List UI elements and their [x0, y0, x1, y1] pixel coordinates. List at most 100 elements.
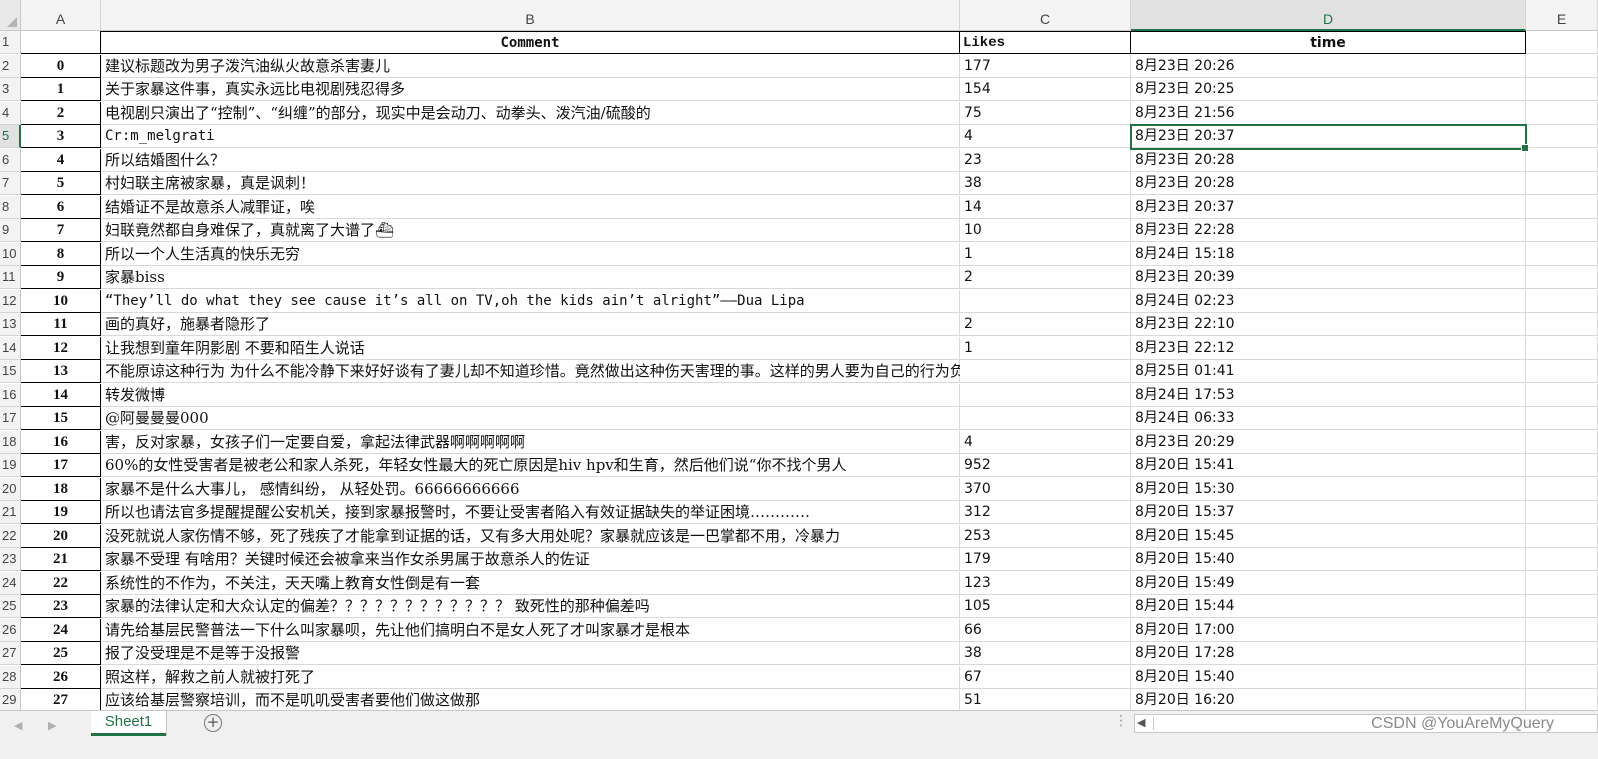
- cell-c[interactable]: 4: [960, 125, 1131, 148]
- cell-e[interactable]: [1526, 407, 1598, 430]
- cell-d[interactable]: 8月24日 17:53: [1131, 383, 1526, 407]
- cell-c[interactable]: 177: [960, 54, 1131, 78]
- row-number[interactable]: 27: [0, 642, 21, 665]
- cell-c[interactable]: 14: [960, 195, 1131, 219]
- cell-e[interactable]: [1526, 430, 1598, 454]
- cell-a[interactable]: 7: [21, 219, 101, 242]
- cell-c[interactable]: 370: [960, 477, 1131, 501]
- cell-d[interactable]: 8月23日 20:37: [1131, 195, 1526, 219]
- cell-e[interactable]: [1526, 689, 1598, 710]
- cell-d[interactable]: 8月20日 16:20: [1131, 689, 1526, 710]
- cell-d[interactable]: 8月20日 15:41: [1131, 454, 1526, 477]
- cell-a[interactable]: 13: [21, 360, 101, 383]
- cell-b[interactable]: 报了没受理是不是等于没报警: [101, 642, 960, 665]
- cell-b[interactable]: 家暴biss: [101, 266, 960, 289]
- column-header-c[interactable]: C: [960, 0, 1131, 31]
- cell-e[interactable]: [1526, 360, 1598, 383]
- header-cell-b[interactable]: Comment: [101, 31, 960, 54]
- cell-b[interactable]: 所以结婚图什么？: [101, 148, 960, 172]
- cell-e[interactable]: [1526, 289, 1598, 313]
- cell-d[interactable]: 8月23日 20:26: [1131, 54, 1526, 78]
- cell-c[interactable]: 1: [960, 336, 1131, 360]
- cell-a[interactable]: 3: [21, 125, 101, 148]
- cell-c[interactable]: 154: [960, 78, 1131, 101]
- cell-a[interactable]: 24: [21, 618, 101, 642]
- row-number[interactable]: 9: [0, 219, 21, 242]
- cell-b[interactable]: 60%的女性受害者是被老公和家人杀死，年轻女性最大的死亡原因是hiv hpv和生…: [101, 454, 960, 477]
- column-header-b[interactable]: B: [101, 0, 960, 31]
- cell-c[interactable]: [960, 360, 1131, 383]
- cell-c[interactable]: 10: [960, 219, 1131, 242]
- cell-b[interactable]: 电视剧只演出了“控制”、“纠缠”的部分，现实中是会动刀、动拳头、泼汽油/硫酸的: [101, 101, 960, 125]
- cell-d[interactable]: 8月23日 20:25: [1131, 78, 1526, 101]
- cell-e[interactable]: [1526, 336, 1598, 360]
- cell-a[interactable]: 0: [21, 54, 101, 78]
- scroll-left-icon[interactable]: ◀: [1137, 716, 1145, 729]
- cell-b[interactable]: 画的真好，施暴者隐形了: [101, 313, 960, 336]
- select-all-corner[interactable]: [0, 0, 21, 31]
- sheet-tab-sheet1[interactable]: Sheet1: [91, 711, 166, 736]
- cell-c[interactable]: [960, 383, 1131, 407]
- cell-b[interactable]: 家暴不受理 有啥用？关键时候还会被拿来当作女杀男属于故意杀人的佐证: [101, 548, 960, 571]
- cell-d[interactable]: 8月24日 15:18: [1131, 242, 1526, 266]
- cell-c[interactable]: 75: [960, 101, 1131, 125]
- cell-b[interactable]: 害，反对家暴，女孩子们一定要自爱，拿起法律武器啊啊啊啊啊: [101, 430, 960, 454]
- cell-b[interactable]: 让我想到童年阴影剧 不要和陌生人说话: [101, 336, 960, 360]
- cell-a[interactable]: 17: [21, 454, 101, 477]
- cell-e[interactable]: [1526, 195, 1598, 219]
- cell-e[interactable]: [1526, 642, 1598, 665]
- row-number[interactable]: 18: [0, 430, 21, 454]
- cell-a[interactable]: 19: [21, 501, 101, 524]
- cell-e[interactable]: [1526, 101, 1598, 125]
- cell-d[interactable]: 8月24日 02:23: [1131, 289, 1526, 313]
- row-number[interactable]: 22: [0, 524, 21, 548]
- cell-e[interactable]: [1526, 125, 1598, 148]
- cell-c[interactable]: 312: [960, 501, 1131, 524]
- cell-a[interactable]: 21: [21, 548, 101, 571]
- cell-d[interactable]: 8月23日 20:29: [1131, 430, 1526, 454]
- cell-e[interactable]: [1526, 524, 1598, 548]
- cell-e[interactable]: [1526, 242, 1598, 266]
- cell-a[interactable]: 6: [21, 195, 101, 219]
- add-sheet-icon[interactable]: +: [204, 714, 222, 732]
- cell-a[interactable]: 9: [21, 266, 101, 289]
- row-number[interactable]: 26: [0, 618, 21, 642]
- cell-d[interactable]: 8月23日 21:56: [1131, 101, 1526, 125]
- cell-c[interactable]: 67: [960, 665, 1131, 689]
- cell-d[interactable]: 8月20日 15:45: [1131, 524, 1526, 548]
- cell-b[interactable]: 所以一个人生活真的快乐无穷: [101, 242, 960, 266]
- cell-e[interactable]: [1526, 665, 1598, 689]
- row-number[interactable]: 29: [0, 689, 21, 710]
- cell-a[interactable]: 27: [21, 689, 101, 710]
- row-number[interactable]: 5: [0, 125, 21, 148]
- cell-b[interactable]: 请先给基层民警普法一下什么叫家暴呗，先让他们搞明白不是女人死了才叫家暴才是根本: [101, 618, 960, 642]
- cell-e[interactable]: [1526, 172, 1598, 195]
- cell-c[interactable]: 66: [960, 618, 1131, 642]
- cell-c[interactable]: 38: [960, 642, 1131, 665]
- row-number[interactable]: 24: [0, 571, 21, 595]
- column-header-a[interactable]: A: [21, 0, 101, 31]
- cell-a[interactable]: 4: [21, 148, 101, 172]
- cell-b[interactable]: 村妇联主席被家暴，真是讽刺！: [101, 172, 960, 195]
- row-number[interactable]: 10: [0, 242, 21, 266]
- cell-d[interactable]: 8月23日 20:39: [1131, 266, 1526, 289]
- cell-b[interactable]: 关于家暴这件事，真实永远比电视剧残忍得多: [101, 78, 960, 101]
- row-number[interactable]: 21: [0, 501, 21, 524]
- cell-b[interactable]: 不能原谅这种行为 为什么不能冷静下来好好谈有了妻儿却不知道珍惜。竟然做出这种伤天…: [101, 360, 980, 383]
- cell-c[interactable]: 123: [960, 571, 1131, 595]
- cell-a[interactable]: 16: [21, 430, 101, 454]
- cell-e[interactable]: [1526, 31, 1598, 54]
- cell-c[interactable]: [960, 407, 1131, 430]
- prev-sheet-icon[interactable]: ◀: [14, 719, 22, 732]
- row-number[interactable]: 7: [0, 172, 21, 195]
- row-number[interactable]: 28: [0, 665, 21, 689]
- cell-e[interactable]: [1526, 313, 1598, 336]
- cell-d[interactable]: 8月23日 22:10: [1131, 313, 1526, 336]
- cell-d[interactable]: 8月20日 15:44: [1131, 595, 1526, 618]
- cell-a[interactable]: 22: [21, 571, 101, 595]
- cell-c[interactable]: 952: [960, 454, 1131, 477]
- column-header-e[interactable]: E: [1526, 0, 1598, 31]
- cell-e[interactable]: [1526, 266, 1598, 289]
- cell-a[interactable]: 8: [21, 242, 101, 266]
- cell-c[interactable]: 2: [960, 266, 1131, 289]
